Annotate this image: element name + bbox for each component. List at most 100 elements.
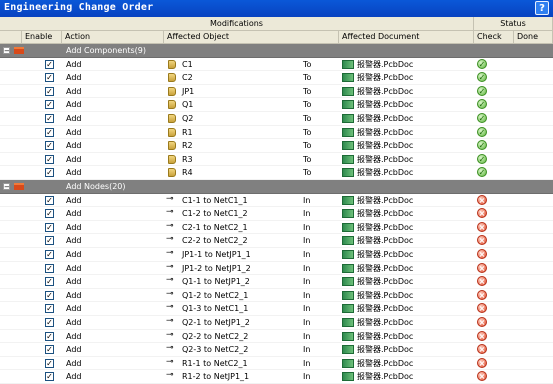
affected-object-cell: Q1-2 to NetC2_1 xyxy=(182,290,249,300)
pcb-document-icon xyxy=(342,168,354,178)
action-cell: Add xyxy=(66,195,82,205)
check-error-icon: × xyxy=(477,357,487,368)
check-ok-icon: ✓ xyxy=(477,85,487,96)
table-row[interactable]: ✓ Add ⊸ R1-1 to NetC2_1 In 报警器.PcbDoc × xyxy=(0,357,553,371)
pin-icon: ⊸ xyxy=(166,302,174,313)
check-error-icon: × xyxy=(477,330,487,341)
action-cell: Add xyxy=(66,168,82,178)
direction-cell: In xyxy=(303,263,311,273)
enable-checkbox[interactable]: ✓ xyxy=(45,372,54,382)
enable-checkbox[interactable]: ✓ xyxy=(45,263,54,273)
enable-checkbox[interactable]: ✓ xyxy=(45,345,54,355)
folder-icon xyxy=(14,47,24,54)
direction-cell: In xyxy=(303,345,311,355)
affected-object-cell: Q2-1 to NetJP1_2 xyxy=(182,318,250,327)
help-button[interactable]: ? xyxy=(535,1,549,15)
enable-checkbox[interactable]: ✓ xyxy=(45,358,54,368)
check-error-icon: × xyxy=(477,221,487,232)
enable-checkbox[interactable]: ✓ xyxy=(45,59,54,69)
enable-checkbox[interactable]: ✓ xyxy=(45,222,54,232)
table-row[interactable]: ✓ Add ⊸ C2-1 to NetC2_1 In 报警器.PcbDoc × xyxy=(0,221,553,235)
action-cell: Add xyxy=(66,318,82,327)
action-cell: Add xyxy=(66,86,82,96)
enable-checkbox[interactable]: ✓ xyxy=(45,250,54,259)
pcb-document-icon xyxy=(342,154,354,164)
pcb-document-icon xyxy=(342,209,354,219)
affected-object-cell: Q2 xyxy=(182,114,194,123)
enable-checkbox[interactable]: ✓ xyxy=(45,100,54,110)
table-row[interactable]: ✓ Add ⊸ C2-2 to NetC2_2 In 报警器.PcbDoc × xyxy=(0,234,553,248)
pcb-document-icon xyxy=(342,100,354,110)
collapse-toggle[interactable]: − xyxy=(3,47,10,55)
table-row[interactable]: ✓ Add ⊸ JP1-2 to NetJP1_2 In 报警器.PcbDoc × xyxy=(0,262,553,276)
enable-checkbox[interactable]: ✓ xyxy=(45,304,54,314)
pin-icon: ⊸ xyxy=(166,248,174,258)
collapse-toggle[interactable]: − xyxy=(3,183,10,191)
group-row[interactable]: − Add Nodes(20) xyxy=(0,180,553,194)
affected-document-cell: 报警器.PcbDoc xyxy=(357,318,414,327)
table-row[interactable]: ✓ Add R3 To 报警器.PcbDoc ✓ xyxy=(0,153,553,167)
group-label: Add Nodes(20) xyxy=(66,182,126,191)
affected-object-cell: JP1 xyxy=(182,86,195,96)
affected-document-cell: 报警器.PcbDoc xyxy=(357,141,414,151)
group-row[interactable]: − Add Components(9) xyxy=(0,44,553,58)
enable-checkbox[interactable]: ✓ xyxy=(45,277,54,287)
header-group-status: Status xyxy=(474,17,553,31)
enable-checkbox[interactable]: ✓ xyxy=(45,331,54,341)
pcb-document-icon xyxy=(342,250,354,259)
direction-cell: In xyxy=(303,331,311,341)
affected-object-cell: R1 xyxy=(182,127,193,137)
direction-cell: To xyxy=(303,86,312,96)
action-cell: Add xyxy=(66,345,82,355)
table-row[interactable]: ✓ Add ⊸ R1-2 to NetJP1_1 In 报警器.PcbDoc × xyxy=(0,370,553,384)
enable-checkbox[interactable]: ✓ xyxy=(45,73,54,83)
table-row[interactable]: ✓ Add ⊸ Q1-3 to NetC1_1 In 报警器.PcbDoc × xyxy=(0,302,553,316)
table-row[interactable]: ✓ Add ⊸ Q2-3 to NetC2_2 In 报警器.PcbDoc × xyxy=(0,343,553,357)
table-row[interactable]: ✓ Add ⊸ C1-1 to NetC1_1 In 报警器.PcbDoc × xyxy=(0,194,553,208)
pcb-document-icon xyxy=(342,318,354,327)
enable-checkbox[interactable]: ✓ xyxy=(45,290,54,300)
table-row[interactable]: ✓ Add JP1 To 报警器.PcbDoc ✓ xyxy=(0,85,553,99)
column-header-action[interactable]: Action xyxy=(62,31,164,44)
enable-checkbox[interactable]: ✓ xyxy=(45,114,54,123)
direction-cell: To xyxy=(303,100,312,110)
table-row[interactable]: ✓ Add ⊸ C1-2 to NetC1_2 In 报警器.PcbDoc × xyxy=(0,207,553,221)
column-header-enable[interactable]: Enable xyxy=(22,31,62,44)
column-header-done[interactable]: Done xyxy=(514,31,553,44)
table-row[interactable]: ✓ Add Q2 To 报警器.PcbDoc ✓ xyxy=(0,112,553,126)
direction-cell: In xyxy=(303,222,311,232)
table-row[interactable]: ✓ Add C2 To 报警器.PcbDoc ✓ xyxy=(0,71,553,85)
component-icon xyxy=(168,114,176,123)
pcb-document-icon xyxy=(342,73,354,83)
table-row[interactable]: ✓ Add ⊸ Q1-2 to NetC2_1 In 报警器.PcbDoc × xyxy=(0,289,553,303)
column-header-affected-object[interactable]: Affected Object xyxy=(164,31,339,44)
affected-object-cell: C2-1 to NetC2_1 xyxy=(182,222,248,232)
enable-checkbox[interactable]: ✓ xyxy=(45,209,54,219)
table-row[interactable]: ✓ Add ⊸ Q2-1 to NetJP1_2 In 报警器.PcbDoc × xyxy=(0,316,553,330)
affected-document-cell: 报警器.PcbDoc xyxy=(357,209,414,219)
enable-checkbox[interactable]: ✓ xyxy=(45,195,54,205)
enable-checkbox[interactable]: ✓ xyxy=(45,127,54,137)
table-row[interactable]: ✓ Add ⊸ Q2-2 to NetC2_2 In 报警器.PcbDoc × xyxy=(0,330,553,344)
enable-checkbox[interactable]: ✓ xyxy=(45,318,54,327)
affected-document-cell: 报警器.PcbDoc xyxy=(357,236,414,246)
table-row[interactable]: ✓ Add Q1 To 报警器.PcbDoc ✓ xyxy=(0,98,553,112)
table-row[interactable]: ✓ Add C1 To 报警器.PcbDoc ✓ xyxy=(0,58,553,72)
table-row[interactable]: ✓ Add ⊸ Q1-1 to NetJP1_2 In 报警器.PcbDoc × xyxy=(0,275,553,289)
direction-cell: To xyxy=(303,114,312,123)
pcb-document-icon xyxy=(342,345,354,355)
enable-checkbox[interactable]: ✓ xyxy=(45,236,54,246)
pin-icon: ⊸ xyxy=(166,234,174,245)
pcb-document-icon xyxy=(342,114,354,123)
enable-checkbox[interactable]: ✓ xyxy=(45,141,54,151)
column-header-check[interactable]: Check xyxy=(474,31,514,44)
enable-checkbox[interactable]: ✓ xyxy=(45,154,54,164)
table-row[interactable]: ✓ Add R4 To 报警器.PcbDoc ✓ xyxy=(0,166,553,180)
table-row[interactable]: ✓ Add R2 To 报警器.PcbDoc ✓ xyxy=(0,139,553,153)
column-header-affected-document[interactable]: Affected Document xyxy=(339,31,474,44)
enable-checkbox[interactable]: ✓ xyxy=(45,86,54,96)
table-row[interactable]: ✓ Add ⊸ JP1-1 to NetJP1_1 In 报警器.PcbDoc × xyxy=(0,248,553,262)
affected-document-cell: 报警器.PcbDoc xyxy=(357,59,414,69)
enable-checkbox[interactable]: ✓ xyxy=(45,168,54,178)
table-row[interactable]: ✓ Add R1 To 报警器.PcbDoc ✓ xyxy=(0,126,553,140)
